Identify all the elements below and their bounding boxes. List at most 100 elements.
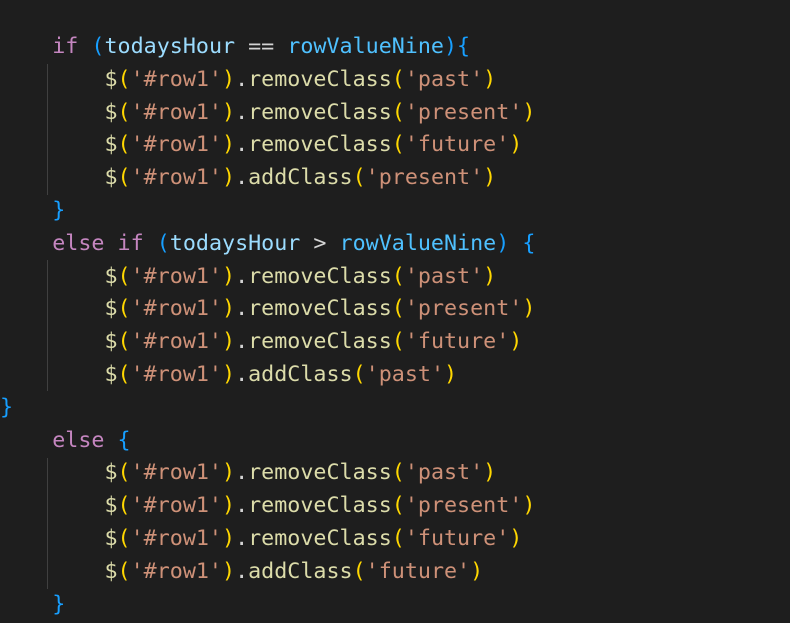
code-token: ) — [222, 263, 236, 289]
code-editor[interactable]: if (todaysHour == rowValueNine){ $('#row… — [0, 0, 790, 623]
code-token: > — [300, 230, 340, 256]
code-token: ( — [352, 165, 366, 191]
code-line[interactable]: $('#row1').removeClass('past') — [0, 457, 790, 490]
code-token: ( — [117, 493, 131, 519]
code-token: ( — [352, 558, 366, 584]
code-line[interactable]: $('#row1').removeClass('present') — [0, 490, 790, 523]
code-token: 'past' — [404, 66, 484, 92]
code-token: '#row1' — [130, 525, 222, 551]
code-token: ( — [391, 460, 405, 486]
code-token: if — [52, 34, 79, 59]
code-token: ( — [391, 525, 405, 551]
code-token: '#row1' — [130, 361, 222, 387]
code-token: ) — [509, 525, 523, 551]
code-line[interactable]: $('#row1').removeClass('past') — [0, 261, 790, 294]
code-token: addClass — [248, 558, 353, 584]
code-token: 'present' — [404, 296, 523, 322]
code-token: ( — [117, 99, 131, 125]
code-token: ( — [391, 99, 405, 125]
code-token: . — [235, 66, 249, 92]
code-line[interactable]: $('#row1').addClass('future') — [0, 556, 790, 589]
code-line[interactable]: $('#row1').removeClass('future') — [0, 129, 790, 162]
code-line[interactable]: $('#row1').addClass('past') — [0, 359, 790, 392]
code-token: '#row1' — [130, 493, 222, 519]
code-token: '#row1' — [130, 132, 222, 158]
code-token: ) — [509, 329, 523, 355]
code-token: $ — [104, 525, 118, 551]
code-token: 'past' — [404, 460, 484, 486]
code-token: todaysHour — [104, 34, 236, 59]
code-token: } — [52, 591, 66, 617]
code-token: { — [522, 230, 536, 256]
code-token: ( — [117, 66, 131, 92]
code-token: ) — [509, 132, 523, 158]
code-token: $ — [104, 329, 118, 355]
code-line[interactable]: else { — [0, 425, 790, 458]
code-token: . — [235, 263, 249, 289]
code-token: $ — [104, 460, 118, 486]
code-token: ) — [222, 165, 236, 191]
code-line[interactable]: $('#row1').removeClass('present') — [0, 97, 790, 130]
code-token: removeClass — [248, 296, 392, 322]
code-token: 'future' — [404, 525, 510, 551]
code-line[interactable]: $('#row1').removeClass('present') — [0, 293, 790, 326]
code-token: ( — [117, 329, 131, 355]
code-lines: if (todaysHour == rowValueNine){ $('#row… — [0, 31, 790, 621]
code-token: . — [235, 525, 249, 551]
code-token: '#row1' — [130, 66, 222, 92]
code-line[interactable]: } — [0, 392, 790, 425]
code-token: ) — [222, 558, 236, 584]
code-line[interactable]: } — [0, 195, 790, 228]
code-token: ( — [117, 525, 131, 551]
code-token: ( — [391, 493, 405, 519]
code-line[interactable]: else if (todaysHour > rowValueNine) { — [0, 228, 790, 261]
code-token: ( — [391, 329, 405, 355]
code-line[interactable]: } — [0, 589, 790, 622]
code-token: . — [235, 329, 249, 355]
code-token: { — [117, 427, 131, 453]
code-token: ) — [222, 296, 236, 322]
code-line[interactable]: if (todaysHour == rowValueNine){ — [0, 31, 790, 64]
code-token: removeClass — [248, 263, 392, 289]
code-line[interactable]: $('#row1').removeClass('future') — [0, 326, 790, 359]
code-line[interactable]: $('#row1').addClass('present') — [0, 162, 790, 195]
code-token: removeClass — [248, 525, 392, 551]
code-line[interactable]: $('#row1').removeClass('past') — [0, 64, 790, 97]
code-token: . — [235, 493, 249, 519]
code-token: . — [235, 132, 249, 158]
code-token: ( — [117, 361, 131, 387]
code-token: ) — [470, 558, 484, 584]
code-token: 'future' — [365, 558, 471, 584]
code-token: ( — [117, 263, 131, 289]
code-token: '#row1' — [130, 558, 222, 584]
code-token: 'future' — [404, 132, 510, 158]
code-token: ) — [483, 263, 497, 289]
code-token: . — [235, 99, 249, 125]
code-token: removeClass — [248, 460, 392, 486]
code-token: '#row1' — [130, 165, 222, 191]
code-token: $ — [104, 66, 118, 92]
code-token: if — [117, 230, 144, 256]
code-token: else — [52, 230, 105, 256]
code-token: rowValueNine — [339, 230, 497, 256]
code-token: $ — [104, 165, 118, 191]
code-token: 'future' — [404, 329, 510, 355]
code-line[interactable]: $('#row1').removeClass('future') — [0, 523, 790, 556]
code-token: ) — [222, 66, 236, 92]
code-token: == — [235, 34, 288, 59]
